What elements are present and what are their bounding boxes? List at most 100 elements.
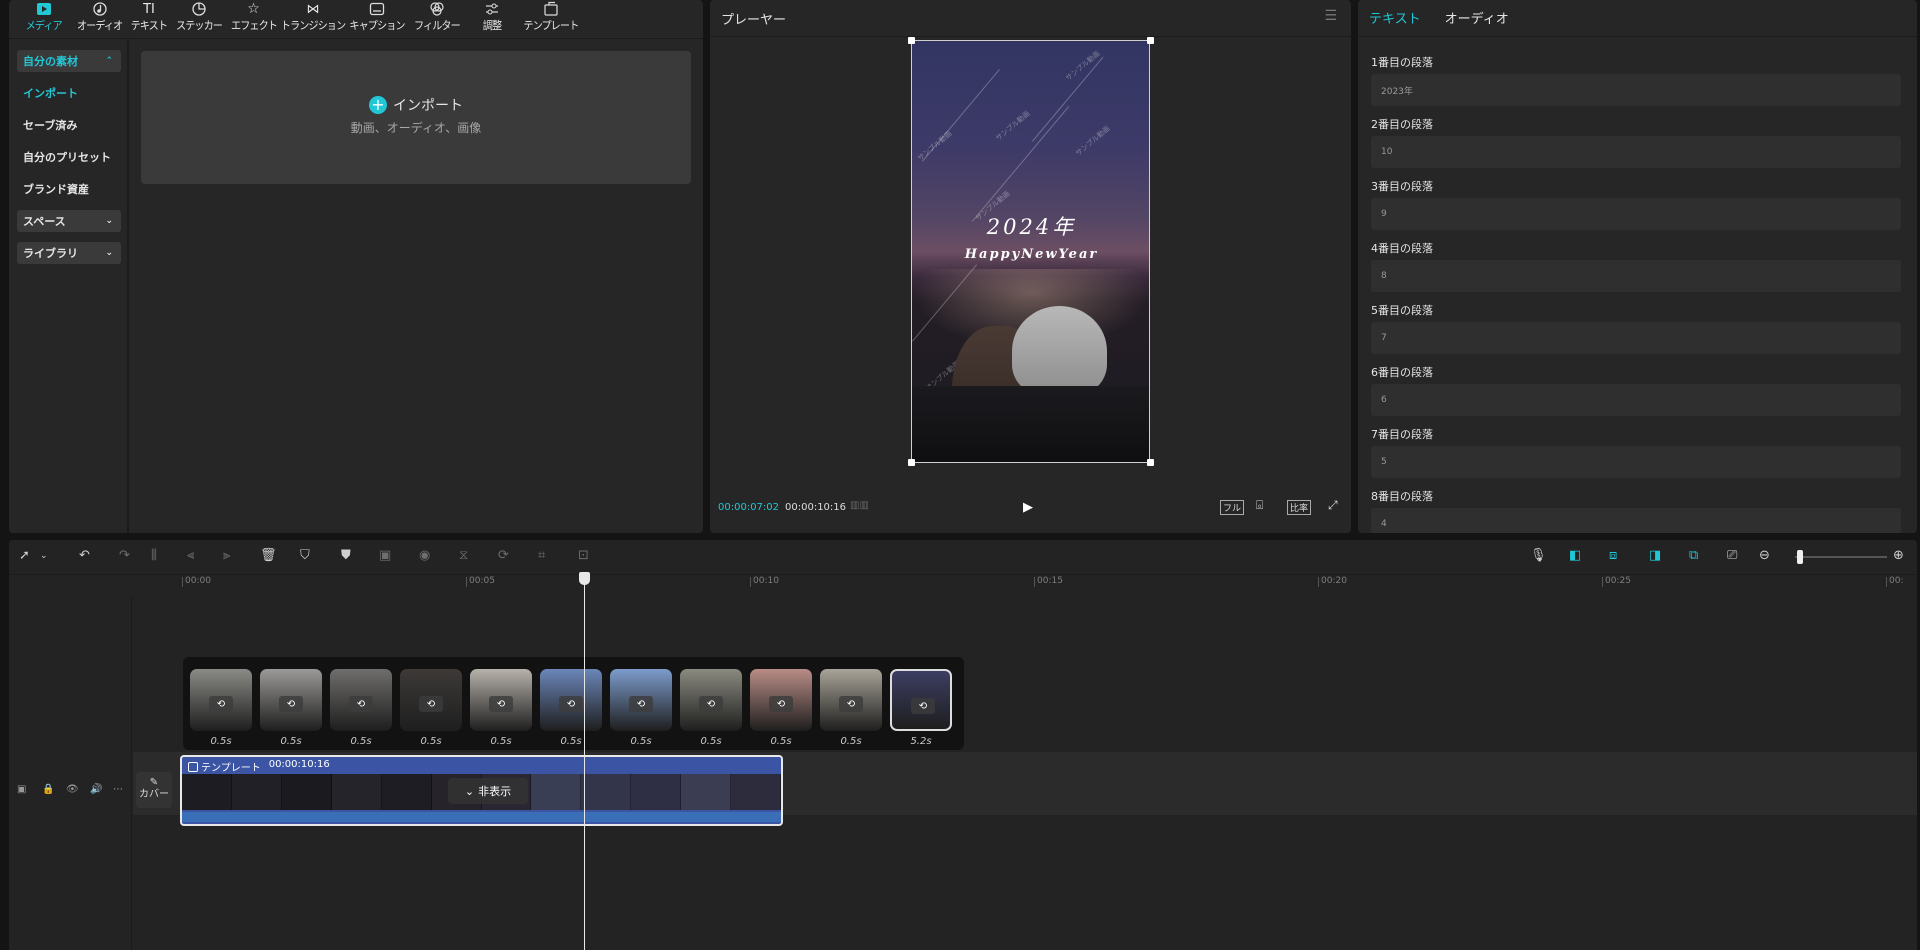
main-track-magnet-icon[interactable]: ◧	[1569, 548, 1581, 563]
undo-icon[interactable]: ↶	[79, 548, 90, 563]
tab-caption[interactable]: キャプション	[345, 0, 409, 38]
split-left-icon[interactable]: ⫷	[187, 548, 194, 563]
timeline-panel: ➚ ⌄ ↶ ↷ ⫼ ⫷ ⫸ 🗑 ⛉ ⛊ ▣ ◉ ⧖ ⟳ ⌗ ⊡ 🎙 ◧ ⧈ ◨ …	[9, 540, 1917, 950]
preview-canvas[interactable]: サンプル動画 サンプル動画 サンプル動画 サンプル動画 サンプル動画 サンプル動…	[911, 40, 1150, 463]
zoom-slider[interactable]	[1795, 556, 1887, 558]
resize-handle[interactable]	[908, 459, 915, 466]
microphone-icon[interactable]: 🎙	[1530, 548, 1547, 563]
paragraph-input[interactable]: 2023年	[1371, 74, 1901, 106]
fullscreen-icon[interactable]: ⤢	[1328, 498, 1338, 513]
chevron-down-icon[interactable]: ⌄	[40, 551, 48, 561]
paragraph-label: 4番目の段落	[1371, 242, 1433, 255]
media-clip[interactable]: ⟲	[820, 669, 882, 731]
sidebar-item-my-presets[interactable]: 自分のプリセット	[17, 146, 121, 168]
link-icon[interactable]: ◨	[1649, 548, 1661, 563]
ruler-tick: 00:20	[1318, 577, 1347, 587]
media-clip[interactable]: ⟲	[260, 669, 322, 731]
preview-axis-icon[interactable]: ⧉	[1689, 548, 1698, 563]
tab-media[interactable]: メディア	[15, 0, 72, 38]
screenshot-icon[interactable]: ⌻	[1256, 498, 1263, 513]
resize-handle[interactable]	[1147, 459, 1154, 466]
tab-text-settings[interactable]: テキスト	[1369, 8, 1421, 27]
current-timecode: 00:00:07:02	[718, 502, 780, 513]
zoom-out-icon[interactable]: ⊖	[1759, 548, 1770, 563]
marker-icon[interactable]: ⛊	[341, 548, 351, 563]
split-icon[interactable]: ⫼	[151, 548, 157, 563]
media-clip[interactable]: ⟲	[190, 669, 252, 731]
paragraph-input[interactable]: 6	[1371, 384, 1901, 416]
tab-effect[interactable]: ☆ エフェクト	[226, 0, 281, 38]
marker-add-icon[interactable]: ⛉	[300, 548, 310, 563]
playhead[interactable]	[584, 572, 585, 950]
tab-text[interactable]: TI テキスト	[127, 0, 171, 38]
captions-icon[interactable]: ⎚	[1727, 548, 1737, 563]
volume-icon[interactable]: 🔊	[90, 784, 102, 795]
tab-sticker[interactable]: ステッカー	[171, 0, 226, 38]
tab-adjust[interactable]: 調整	[464, 0, 519, 38]
track-thumbnail-icon[interactable]: ▣	[17, 784, 26, 795]
tab-transition[interactable]: ⋈ トランジション	[281, 0, 346, 38]
paragraph-input[interactable]: 9	[1371, 198, 1901, 230]
tab-template[interactable]: テンプレート	[519, 0, 583, 38]
more-icon[interactable]: ⋯	[113, 784, 123, 795]
full-quality-button[interactable]: フル	[1220, 500, 1245, 515]
auto-reframe-icon[interactable]: ⊡	[578, 548, 589, 563]
reverse-icon[interactable]: ◉	[419, 548, 430, 563]
media-clip[interactable]: ⟲	[400, 669, 462, 731]
import-dropzone[interactable]: + インポート 動画、オーディオ、画像	[141, 51, 691, 184]
media-clip[interactable]: ⟲	[890, 669, 952, 731]
media-clip[interactable]: ⟲	[540, 669, 602, 731]
sidebar-item-saved[interactable]: セーブ済み	[17, 114, 121, 136]
aspect-ratio-button[interactable]: 比率	[1287, 500, 1312, 515]
zoom-slider-handle[interactable]	[1796, 550, 1803, 564]
paragraph-label: 7番目の段落	[1371, 428, 1433, 441]
divider	[1358, 36, 1917, 37]
sidebar-item-import[interactable]: インポート	[17, 82, 121, 104]
paragraph-input[interactable]: 5	[1371, 446, 1901, 478]
delete-icon[interactable]: 🗑	[260, 548, 277, 563]
playhead-handle[interactable]	[579, 572, 590, 585]
redo-icon[interactable]: ↷	[119, 548, 130, 563]
inspector-tabs: テキスト オーディオ	[1369, 8, 1509, 27]
play-button[interactable]: ▶	[1023, 500, 1033, 515]
paragraph-input[interactable]: 10	[1371, 136, 1901, 168]
media-clip[interactable]: ⟲	[330, 669, 392, 731]
crop-icon[interactable]: ⌗	[538, 548, 545, 563]
import-label: インポート	[393, 98, 463, 114]
tab-filter[interactable]: フィルター	[409, 0, 464, 38]
transition-icon: ⋈	[306, 1, 320, 17]
mirror-icon[interactable]: ⧖	[459, 548, 468, 563]
template-icon	[188, 762, 198, 772]
resize-handle[interactable]	[1147, 37, 1154, 44]
zoom-in-icon[interactable]: ⊕	[1893, 548, 1904, 563]
paragraph-input[interactable]: 8	[1371, 260, 1901, 292]
sidebar-item-my-materials[interactable]: 自分の素材 ⌃	[17, 50, 121, 72]
media-clip[interactable]: ⟲	[750, 669, 812, 731]
media-clip[interactable]: ⟲	[610, 669, 672, 731]
time-ruler[interactable]: 00:00 00:05 00:10 00:15 00:20 00:25 00:	[9, 574, 1917, 596]
replace-icon: ⟲	[489, 696, 513, 712]
paragraph-input[interactable]: 4	[1371, 508, 1901, 533]
media-clip[interactable]: ⟲	[680, 669, 742, 731]
split-right-icon[interactable]: ⫸	[223, 548, 230, 563]
sidebar-item-space[interactable]: スペース ⌄	[17, 210, 121, 232]
paragraph-input[interactable]: 7	[1371, 322, 1901, 354]
sidebar-item-library[interactable]: ライブラリ ⌄	[17, 242, 121, 264]
template-clip[interactable]: テンプレート 00:00:10:16 ⌄ 非表示	[180, 755, 783, 826]
media-clip[interactable]: ⟲	[470, 669, 532, 731]
tab-audio-settings[interactable]: オーディオ	[1445, 8, 1509, 27]
auto-snap-icon[interactable]: ⧈	[1609, 548, 1617, 563]
hide-button[interactable]: ⌄ 非表示	[448, 778, 528, 804]
rotate-icon[interactable]: ⟳	[498, 548, 509, 563]
freeze-icon[interactable]: ▣	[379, 548, 391, 563]
sidebar-item-brand-assets[interactable]: ブランド資産	[17, 178, 121, 200]
select-tool-icon[interactable]: ➚	[19, 548, 30, 563]
menu-icon[interactable]: ☰	[1324, 8, 1337, 24]
tab-audio[interactable]: オーディオ	[72, 0, 127, 38]
lock-icon[interactable]: 🔒	[42, 784, 54, 795]
waveform-icon[interactable]: ▥▥	[850, 500, 869, 511]
resize-handle[interactable]	[908, 37, 915, 44]
media-icon	[34, 1, 54, 17]
eye-icon[interactable]: 👁	[66, 784, 79, 795]
cover-button[interactable]: ✎ カバー	[136, 772, 172, 808]
